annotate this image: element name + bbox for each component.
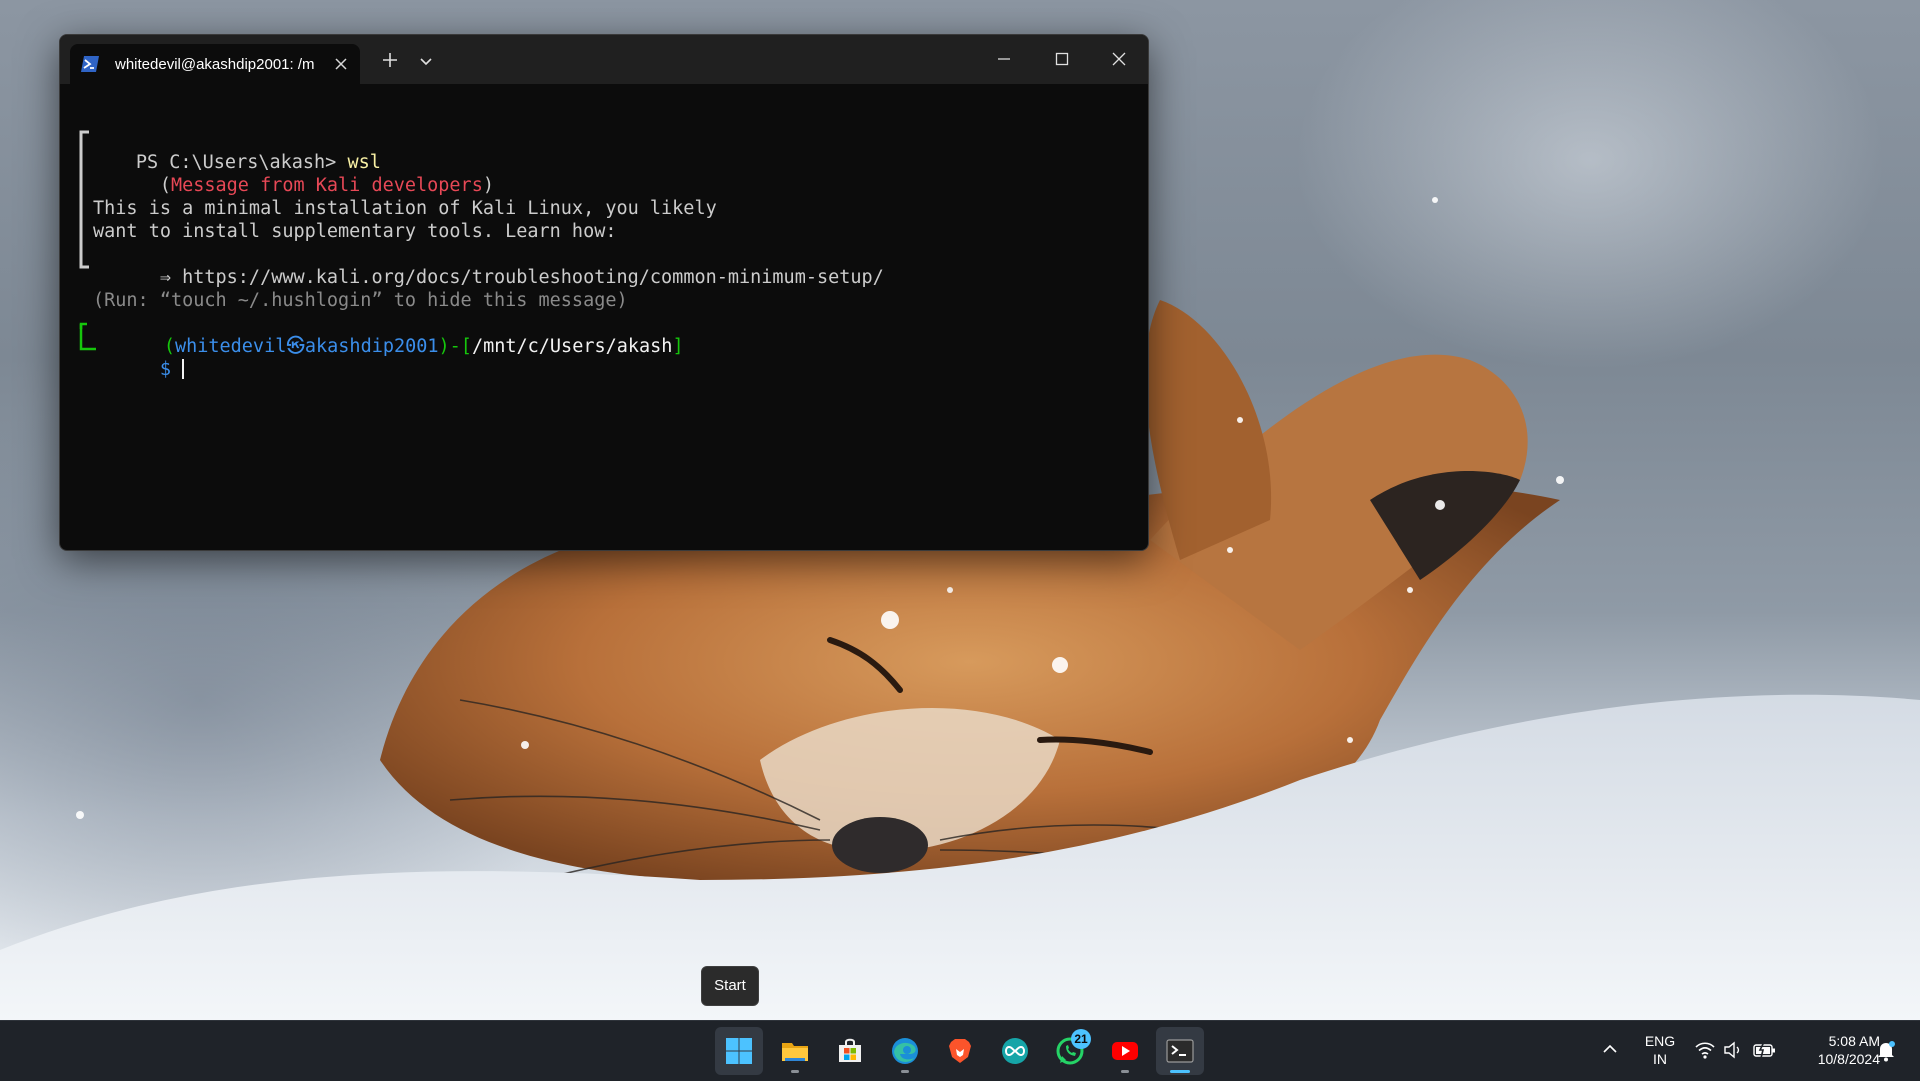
file-explorer-button[interactable] <box>771 1027 819 1075</box>
clock-time: 5:08 AM <box>1828 1033 1880 1049</box>
tab-title: whitedevil@akashdip2001: /m <box>115 56 315 73</box>
edge-browser-button[interactable] <box>881 1027 929 1075</box>
prompt-cwd: /mnt/c/Users/akash <box>471 336 673 357</box>
brave-lion-icon <box>949 1039 971 1063</box>
arrow-glyph: ⇒ <box>159 267 171 288</box>
kali-prompt-line: (whitedevil㉿akashdip2001)-[/mnt/c/Users/… <box>163 336 684 357</box>
kali-docs-link[interactable]: https://www.kali.org/docs/troubleshootin… <box>182 267 884 288</box>
youtube-button[interactable] <box>1101 1027 1149 1075</box>
running-indicator <box>901 1070 909 1073</box>
folder-icon <box>782 1043 808 1061</box>
running-indicator <box>791 1070 799 1073</box>
notification-bell-icon[interactable] <box>1876 1040 1896 1067</box>
terminal-taskbar-button[interactable] <box>1156 1027 1204 1075</box>
running-indicator <box>1121 1070 1129 1073</box>
chevron-up-icon <box>1603 1044 1617 1053</box>
tab-close-icon[interactable] <box>332 55 350 73</box>
text-cursor <box>182 359 185 379</box>
info-line-3: ⇒ https://www.kali.org/docs/troubleshoot… <box>93 243 884 288</box>
terminal-tab[interactable]: whitedevil@akashdip2001: /m <box>70 44 360 84</box>
volume-icon[interactable] <box>1723 1041 1743 1064</box>
info-line-2: want to install supplementary tools. Lea… <box>93 221 617 242</box>
new-tab-button[interactable] <box>378 48 402 72</box>
start-button[interactable] <box>715 1027 763 1075</box>
windows-logo-icon <box>726 1038 752 1064</box>
arduino-infinity-icon <box>1002 1038 1028 1064</box>
language-code: ENG <box>1644 1033 1676 1049</box>
powershell-icon <box>81 56 99 72</box>
prompt-host: akashdip2001 <box>304 336 439 357</box>
terminal-console[interactable]: PS C:\Users\akash> wsl (Message from Kal… <box>69 93 1139 543</box>
prompt-user: whitedevil <box>174 336 287 357</box>
terminal-window[interactable]: whitedevil@akashdip2001: /m PS C:\Users\… <box>59 34 1149 551</box>
whatsapp-button[interactable]: 21 <box>1046 1027 1094 1075</box>
ps-prompt-line: PS C:\Users\akash> wsl <box>69 128 381 173</box>
edge-icon <box>892 1038 918 1064</box>
taskbar: 21 ENG IN 5:08 AM 10/8/2024 <box>0 1020 1920 1081</box>
battery-charging-icon[interactable] <box>1753 1041 1777 1064</box>
brave-browser-button[interactable] <box>936 1027 984 1075</box>
info-line-1: This is a minimal installation of Kali L… <box>93 198 717 219</box>
input-line[interactable]: $ <box>93 335 185 380</box>
show-hidden-icons-button[interactable] <box>1600 1039 1620 1064</box>
chevron-down-icon[interactable] <box>416 51 436 71</box>
close-button[interactable] <box>1096 43 1142 75</box>
wifi-icon[interactable] <box>1695 1041 1715 1064</box>
maximize-button[interactable] <box>1039 43 1085 75</box>
active-indicator <box>1170 1070 1190 1073</box>
message-header: Message from Kali developers <box>170 175 483 196</box>
youtube-icon <box>1112 1042 1138 1060</box>
hushlogin-hint: (Run: “touch ~/.hushlogin” to hide this … <box>93 290 628 311</box>
notification-badge: 21 <box>1071 1029 1091 1049</box>
terminal-icon <box>1166 1039 1194 1063</box>
start-tooltip: Start <box>701 966 759 1006</box>
clock[interactable]: 5:08 AM 10/8/2024 <box>1790 1032 1880 1068</box>
microsoft-store-button[interactable] <box>826 1027 874 1075</box>
message-header-line: (Message from Kali developers) <box>159 175 494 196</box>
clock-date: 10/8/2024 <box>1817 1051 1880 1067</box>
terminal-titlebar[interactable]: whitedevil@akashdip2001: /m <box>60 35 1148 84</box>
minimize-button[interactable] <box>981 43 1027 75</box>
arduino-button[interactable] <box>991 1027 1039 1075</box>
prompt-symbol: $ <box>159 359 171 380</box>
region-code: IN <box>1653 1051 1667 1067</box>
language-indicator[interactable]: ENG IN <box>1640 1032 1680 1068</box>
store-bag-icon <box>839 1038 861 1062</box>
prompt-at-symbol: ㉿ <box>286 336 305 357</box>
